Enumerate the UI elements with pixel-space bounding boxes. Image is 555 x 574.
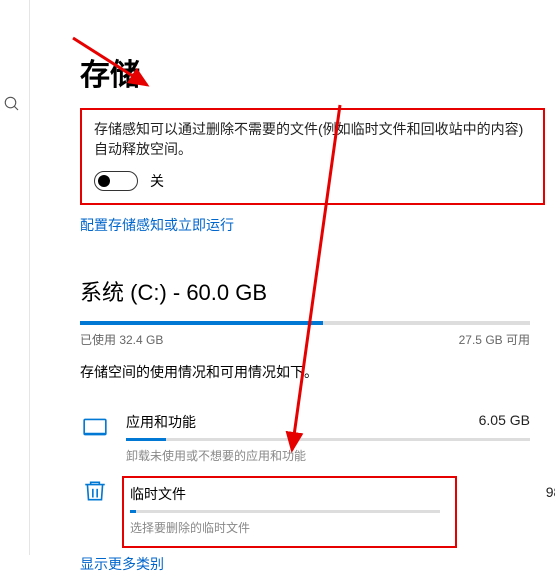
drive-used-label: 已使用 32.4 GB (80, 331, 163, 348)
drive-usage-bar (80, 321, 530, 325)
apps-size: 6.05 GB (479, 412, 530, 432)
temp-bar-fill (130, 510, 136, 513)
apps-icon (80, 412, 110, 442)
category-temp-files[interactable]: 临时文件 986 MB 选择要删除的临时文件 (122, 476, 457, 548)
temp-title: 临时文件 (130, 484, 186, 504)
drive-free-label: 27.5 GB 可用 (459, 331, 530, 348)
left-rail (0, 0, 30, 555)
storage-sense-section: 存储感知可以通过删除不需要的文件(例如临时文件和回收站中的内容)自动释放空间。 … (80, 108, 545, 205)
apps-title: 应用和功能 (126, 412, 196, 432)
search-icon[interactable] (3, 95, 23, 115)
temp-sub: 选择要删除的临时文件 (130, 519, 449, 536)
page-title: 存储 (80, 50, 555, 94)
apps-sub: 卸载未使用或不想要的应用和功能 (126, 447, 530, 464)
trash-icon (80, 476, 110, 506)
apps-bar-fill (126, 438, 166, 441)
storage-sense-description: 存储感知可以通过删除不需要的文件(例如临时文件和回收站中的内容)自动释放空间。 (94, 120, 531, 159)
category-apps[interactable]: 应用和功能 6.05 GB 卸载未使用或不想要的应用和功能 (80, 402, 530, 476)
drive-usage-bar-fill (80, 321, 323, 325)
show-more-categories-link[interactable]: 显示更多类别 (80, 554, 555, 574)
configure-storage-sense-link[interactable]: 配置存储感知或立即运行 (80, 215, 555, 235)
storage-sense-toggle-label: 关 (150, 171, 164, 191)
apps-bar (126, 438, 530, 441)
storage-sense-toggle[interactable] (94, 171, 138, 191)
usage-description: 存储空间的使用情况和可用情况如下。 (80, 362, 555, 382)
system-drive-heading: 系统 (C:) - 60.0 GB (80, 275, 555, 307)
temp-size: 986 MB (546, 484, 555, 504)
toggle-knob (98, 175, 110, 187)
temp-bar (130, 510, 440, 513)
